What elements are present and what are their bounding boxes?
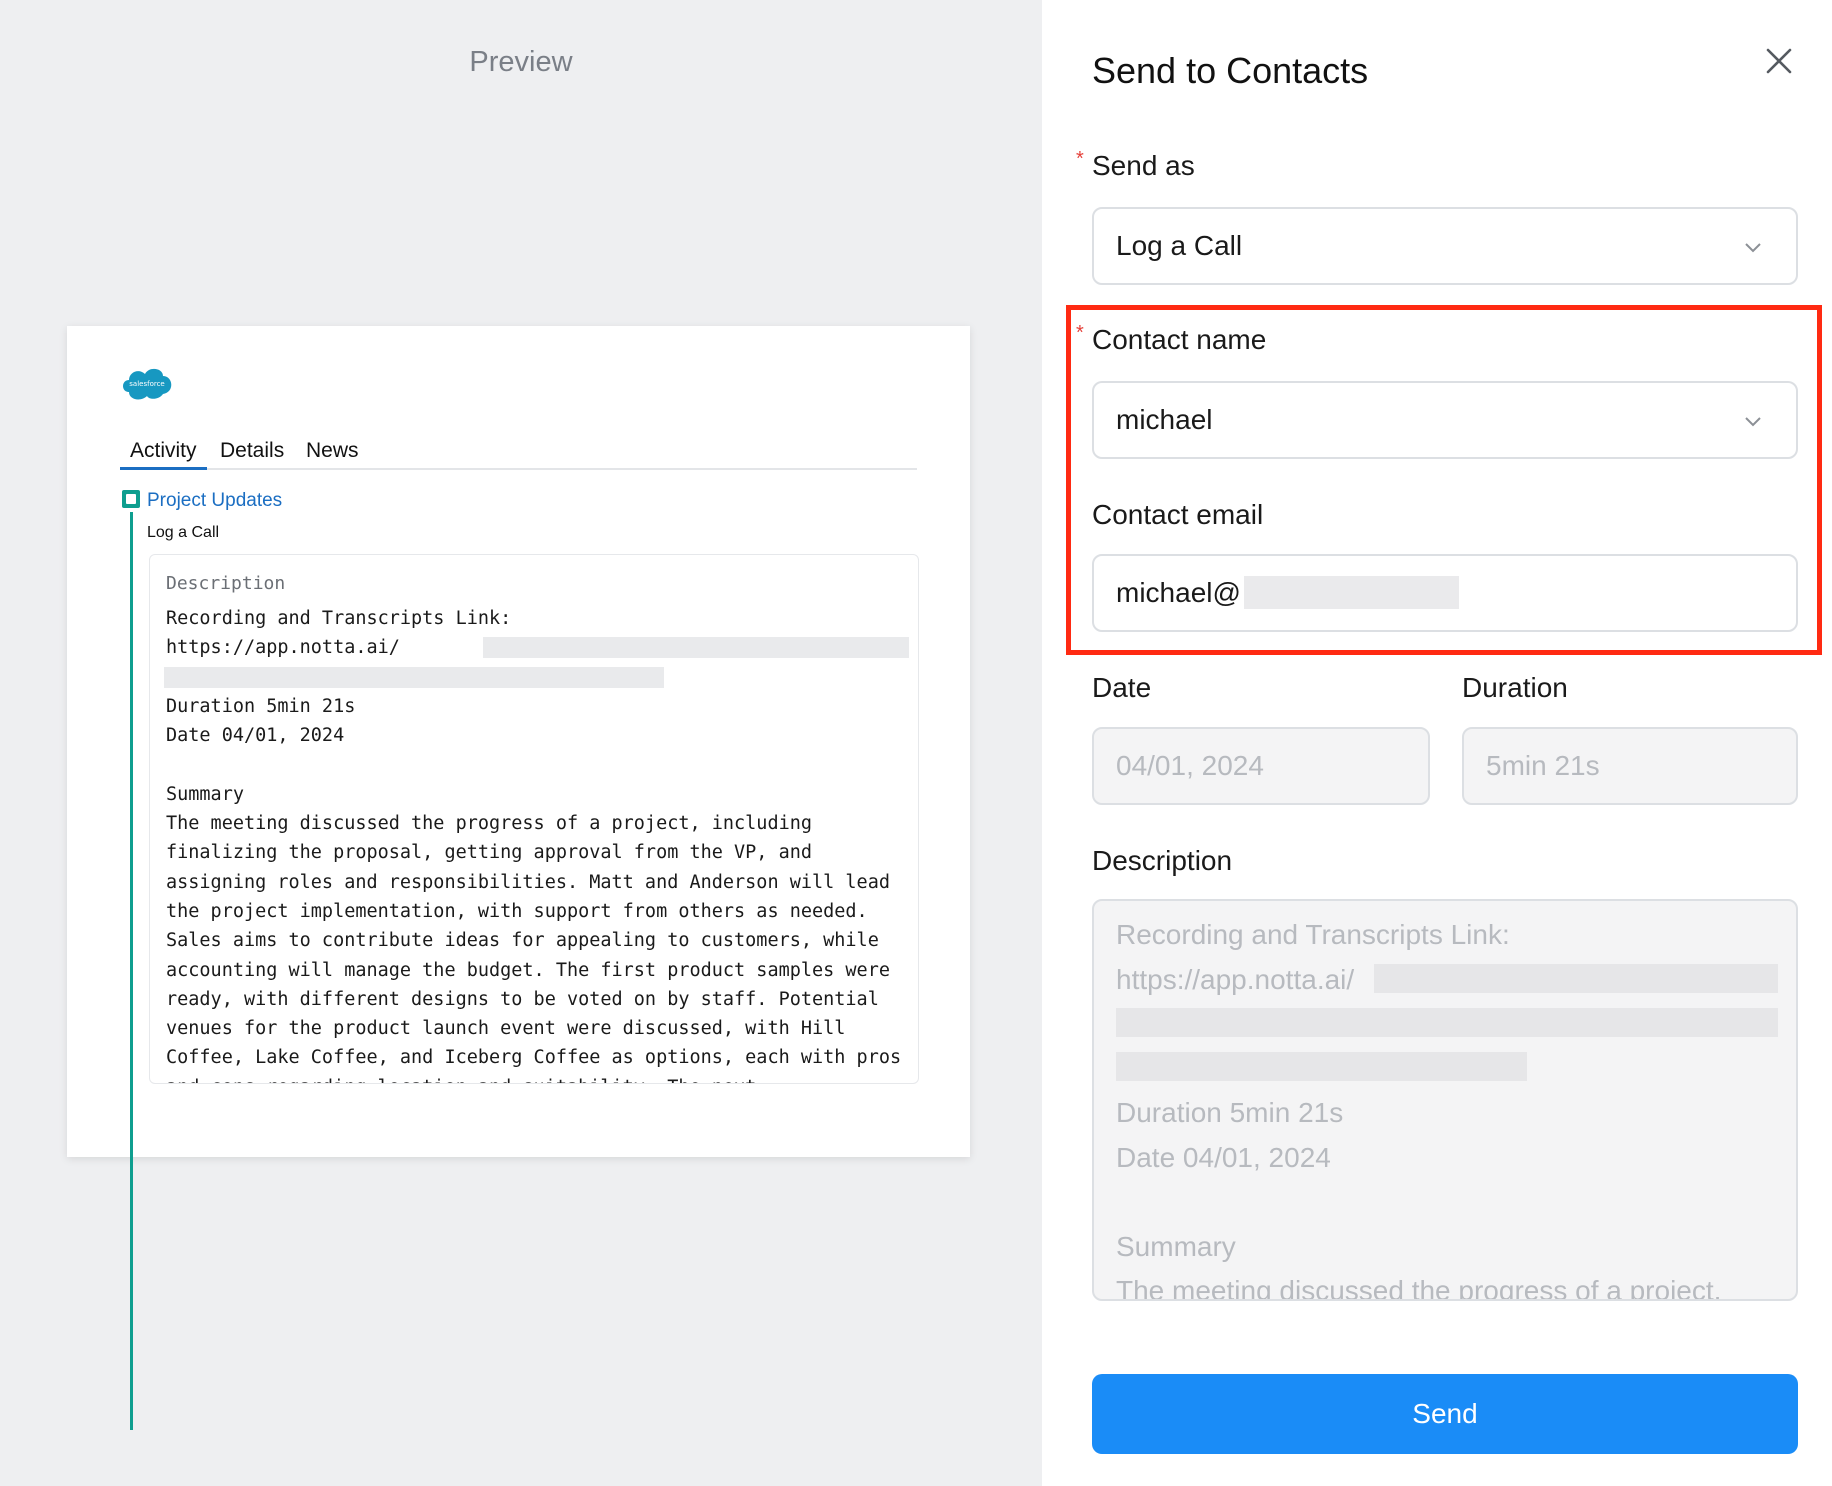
- tab-details[interactable]: Details: [210, 434, 294, 468]
- contact-name-label-text: Contact name: [1092, 324, 1267, 355]
- activity-title[interactable]: Project Updates: [147, 490, 282, 512]
- required-asterisk: *: [1076, 322, 1084, 344]
- send-as-select[interactable]: Log a Call: [1092, 207, 1798, 285]
- activity-type: Log a Call: [147, 524, 220, 541]
- send-button[interactable]: Send: [1092, 1374, 1798, 1454]
- required-asterisk: *: [1076, 148, 1084, 170]
- date-input[interactable]: 04/01, 2024: [1092, 727, 1430, 805]
- preview-card: salesforce Activity Details News Project…: [67, 326, 970, 1430]
- description-label: Description: [166, 573, 286, 594]
- preview-tabs: Activity Details News: [120, 434, 917, 470]
- tab-activity[interactable]: Activity: [120, 434, 207, 470]
- contact-email-value: michael@: [1116, 577, 1241, 608]
- duration-input[interactable]: 5min 21s: [1462, 727, 1798, 805]
- duration-label: Duration: [1462, 672, 1568, 703]
- chevron-down-icon: [1745, 243, 1761, 253]
- contact-name-value: michael: [1116, 404, 1213, 435]
- send-as-value: Log a Call: [1116, 230, 1243, 261]
- contact-name-select[interactable]: michael: [1092, 381, 1798, 459]
- close-icon[interactable]: [1764, 46, 1794, 76]
- send-as-label: * Send as: [1076, 148, 1195, 182]
- description-label: Description: [1092, 845, 1233, 876]
- preview-pane: Preview salesforce Activity Details News…: [0, 0, 1042, 1486]
- description-text: Recording and Transcripts Link: https://…: [166, 608, 902, 1083]
- panel-title: Send to Contacts: [1092, 50, 1369, 91]
- chevron-down-icon: [1745, 417, 1761, 427]
- activity-description-box: Description Recording and Transcripts Li…: [149, 554, 919, 1084]
- contact-name-label: * Contact name: [1076, 322, 1267, 356]
- redacted-email-domain: [1244, 576, 1459, 609]
- contact-email-label: Contact email: [1092, 499, 1264, 530]
- description-textarea[interactable]: Recording and Transcripts Link: https://…: [1092, 899, 1798, 1301]
- tab-news[interactable]: News: [296, 434, 369, 468]
- contact-email-input[interactable]: michael@: [1092, 554, 1798, 632]
- description-textarea-text: Recording and Transcripts Link: https://…: [1116, 919, 1722, 1301]
- send-as-label-text: Send as: [1092, 150, 1195, 181]
- send-to-contacts-panel: Send to Contacts * Send as Log a Call * …: [1042, 0, 1832, 1486]
- salesforce-logo: salesforce: [123, 368, 172, 400]
- preview-title: Preview: [469, 46, 573, 78]
- timeline-line: [130, 512, 133, 1430]
- salesforce-logo-text: salesforce: [129, 380, 164, 388]
- log-call-icon: [122, 490, 140, 508]
- date-label: Date: [1092, 672, 1152, 703]
